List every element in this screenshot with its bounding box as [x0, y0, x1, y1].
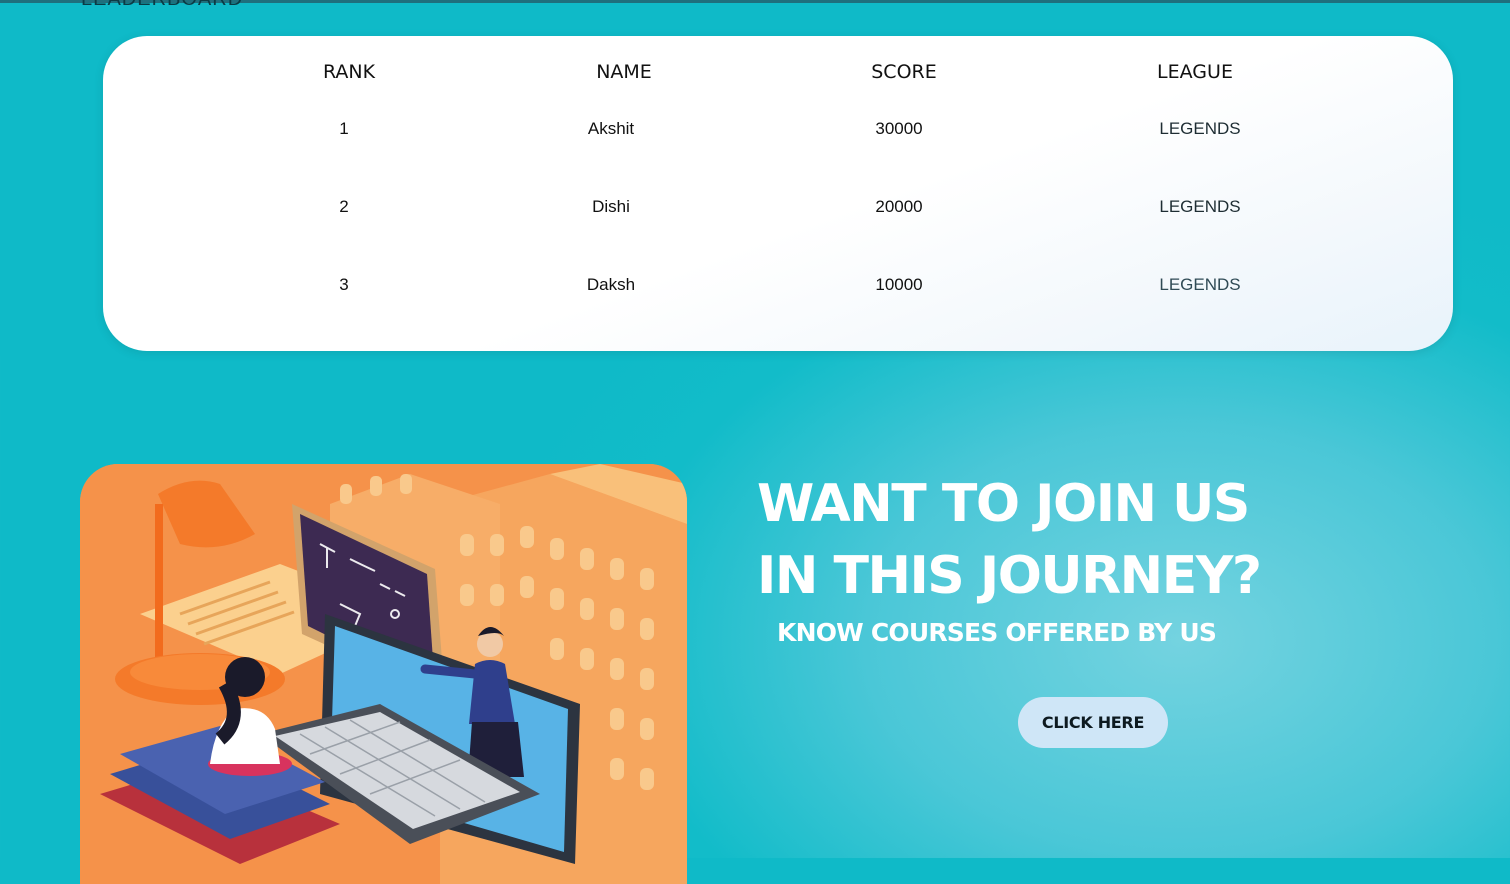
- leaderboard-table: RANK NAME SCORE LEAGUE 1 Akshit 30000 LE…: [103, 36, 1453, 351]
- league-cell: LEGENDS: [1159, 275, 1241, 294]
- cta-title-line-1: WANT TO JOIN US: [757, 474, 1250, 534]
- score-cell: 10000: [875, 275, 923, 294]
- column-header-league: LEAGUE: [1157, 61, 1233, 83]
- name-cell: Akshit: [587, 119, 635, 138]
- cta-title-line-2: IN THIS JOURNEY?: [757, 546, 1262, 606]
- rank-cell: 1: [339, 119, 349, 138]
- score-cell: 20000: [875, 197, 923, 216]
- league-cell: LEGENDS: [1159, 197, 1241, 216]
- column-header-rank: RANK: [322, 61, 376, 83]
- name-cell: Daksh: [586, 275, 636, 294]
- league-cell: LEGENDS: [1159, 119, 1241, 138]
- cta-title: WANT TO JOIN US IN THIS JOURNEY?: [757, 468, 1262, 612]
- column-header-score: SCORE: [871, 61, 937, 83]
- name-cell: Dishi: [592, 197, 630, 216]
- section-heading: LEADERBOARD: [81, 0, 243, 11]
- column-header-name: NAME: [596, 61, 652, 83]
- online-learning-illustration: [80, 464, 687, 884]
- cta-subtitle: KNOW COURSES OFFERED BY US: [777, 618, 1217, 647]
- rank-cell: 3: [339, 275, 349, 294]
- score-cell: 30000: [875, 119, 923, 138]
- click-here-button[interactable]: CLICK HERE: [1018, 697, 1168, 748]
- rank-cell: 2: [339, 197, 349, 216]
